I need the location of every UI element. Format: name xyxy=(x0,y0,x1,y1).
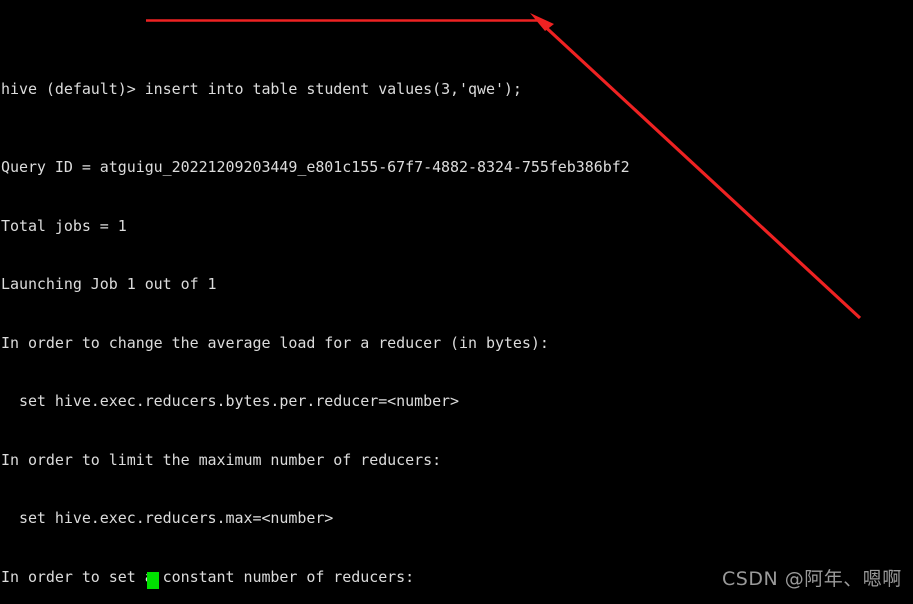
output-line-set-reducers-max: set hive.exec.reducers.max=<number> xyxy=(1,509,334,527)
typed-command[interactable]: insert into table student values(3,'qwe'… xyxy=(145,80,522,98)
output-line-set-bytes-per-reducer: set hive.exec.reducers.bytes.per.reducer… xyxy=(1,392,460,410)
watermark-text: CSDN @阿年、嗯啊 xyxy=(722,568,902,590)
output-line-total-jobs: Total jobs = 1 xyxy=(1,216,127,235)
shell-prompt: hive (default)> xyxy=(1,80,145,98)
cursor-block xyxy=(147,572,159,589)
output-line-launching-job: Launching Job 1 out of 1 xyxy=(1,275,217,293)
output-line-reducer-load-hint: In order to change the average load for … xyxy=(1,333,549,352)
output-line-query-id: Query ID = atguigu_20221209203449_e801c1… xyxy=(1,158,630,176)
terminal-screen: hive (default)> insert into table studen… xyxy=(0,0,872,604)
command-line: hive (default)> insert into table studen… xyxy=(1,80,872,100)
terminal-window[interactable]: hive (default)> insert into table studen… xyxy=(0,0,913,604)
output-line-reducer-max-hint: In order to limit the maximum number of … xyxy=(1,450,442,469)
